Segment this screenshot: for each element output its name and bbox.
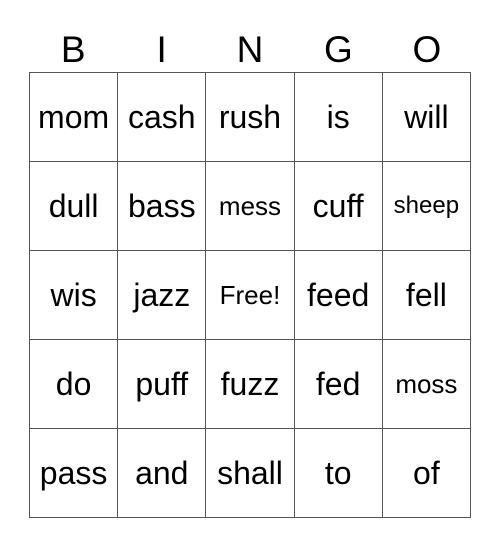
bingo-cell: and <box>117 428 207 518</box>
bingo-cell: sheep <box>381 161 472 251</box>
header-letter-n: N <box>236 29 264 70</box>
header-letter-b: B <box>60 29 86 70</box>
bingo-cell: do <box>28 339 119 429</box>
grid-row: dull bass mess cuff sheep <box>28 161 472 251</box>
bingo-cell: to <box>293 428 383 518</box>
bingo-cell: wis <box>28 250 119 340</box>
bingo-cell: fuzz <box>205 339 295 429</box>
header-letter-o: O <box>412 29 442 70</box>
bingo-cell: rush <box>205 72 295 162</box>
bingo-cell: shall <box>205 428 295 518</box>
bingo-grid: mom cash rush is will dull bass mess cuf… <box>28 72 472 518</box>
bingo-cell: fell <box>381 250 472 340</box>
bingo-cell: pass <box>28 428 119 518</box>
header-letter-i: I <box>156 29 167 70</box>
bingo-cell: of <box>381 428 472 518</box>
bingo-cell: bass <box>117 161 207 251</box>
bingo-cell: mom <box>28 72 119 162</box>
header-letter-g: G <box>324 29 353 70</box>
bingo-cell: feed <box>293 250 383 340</box>
grid-row: pass and shall to of <box>28 428 472 518</box>
grid-row: mom cash rush is will <box>28 72 472 162</box>
free-space-cell: Free! <box>205 250 295 340</box>
bingo-cell: mess <box>205 161 295 251</box>
grid-row: do puff fuzz fed moss <box>28 339 472 429</box>
bingo-header: B I N G O <box>29 28 471 72</box>
bingo-cell: puff <box>117 339 207 429</box>
bingo-cell: is <box>293 72 383 162</box>
bingo-cell: will <box>381 72 472 162</box>
bingo-cell: moss <box>381 339 472 429</box>
bingo-cell: fed <box>293 339 383 429</box>
bingo-cell: cuff <box>293 161 383 251</box>
grid-row: wis jazz Free! feed fell <box>28 250 472 340</box>
bingo-cell: dull <box>28 161 119 251</box>
bingo-cell: cash <box>117 72 207 162</box>
bingo-cell: jazz <box>117 250 207 340</box>
